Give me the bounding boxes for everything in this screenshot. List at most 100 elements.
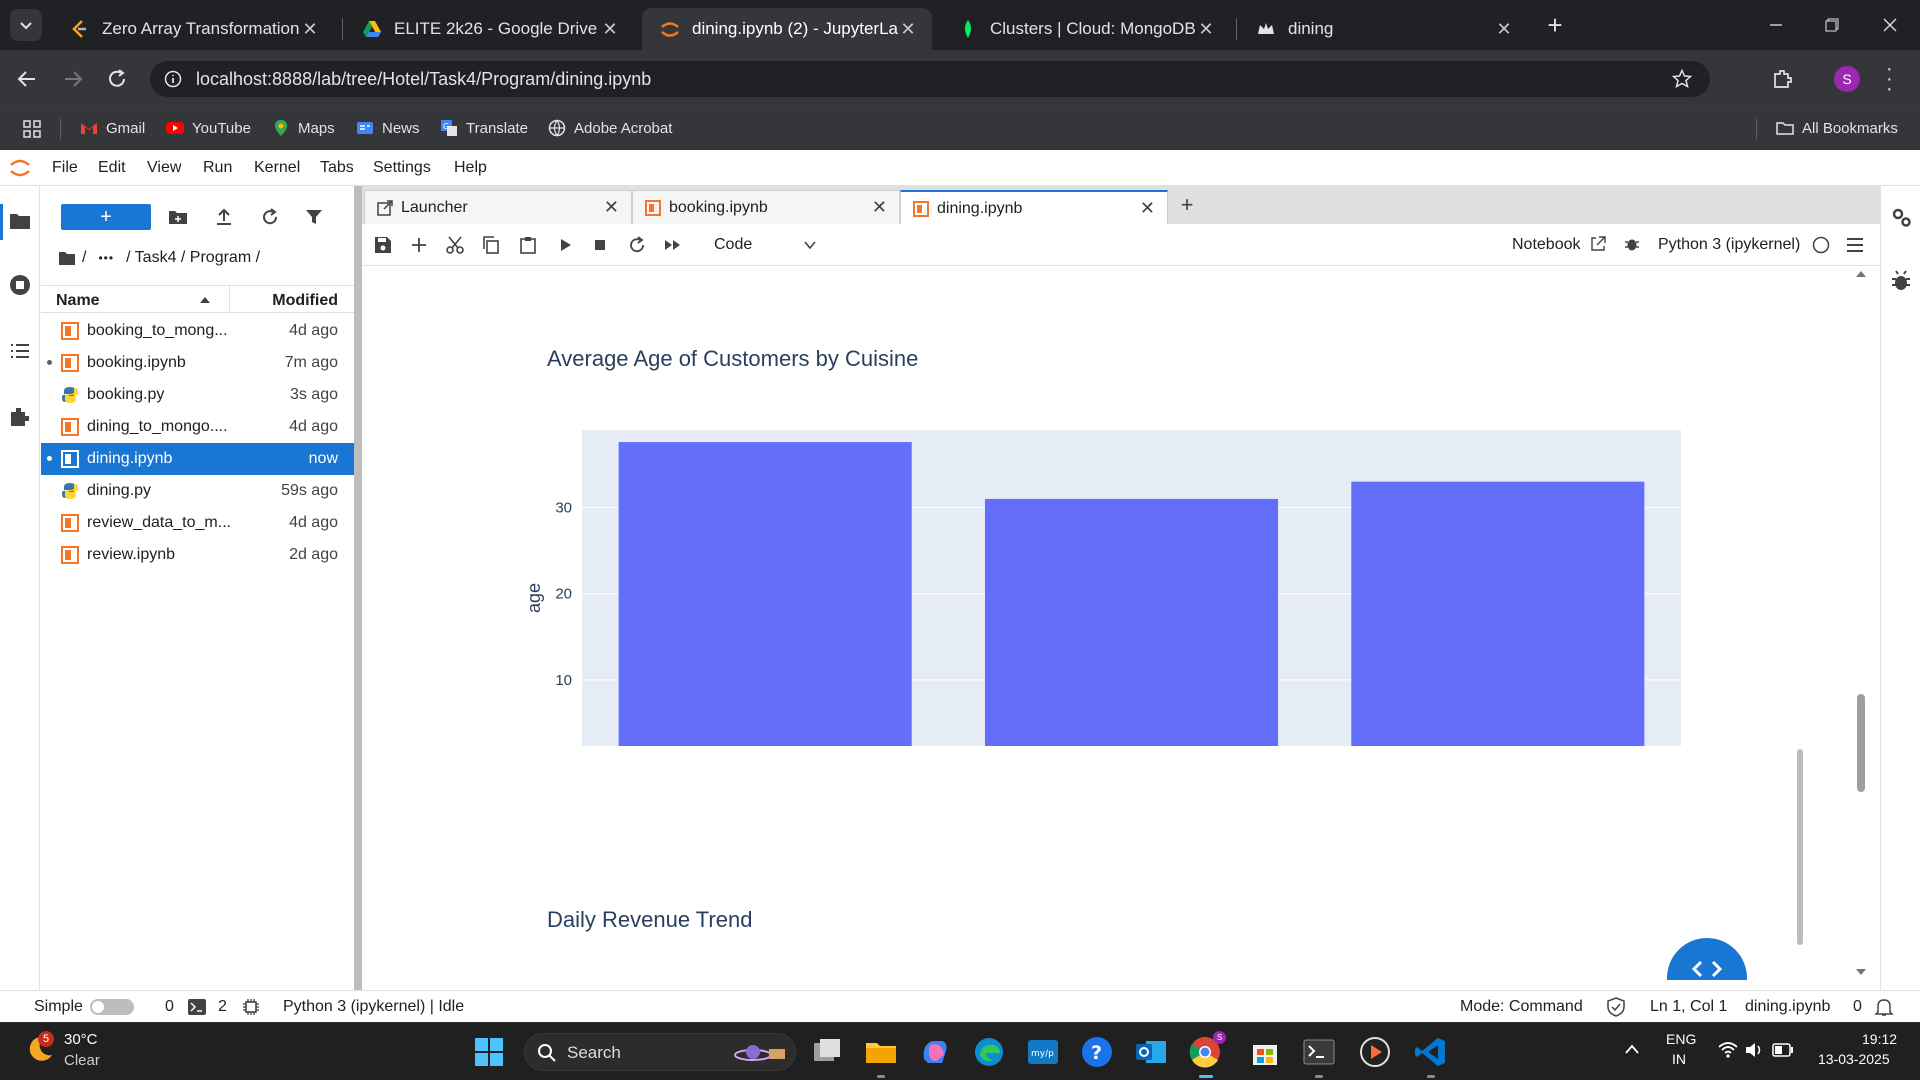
column-name[interactable]: Name <box>56 292 100 310</box>
new-tab-button[interactable]: + <box>1540 10 1570 40</box>
extensions-puzzle-icon[interactable] <box>1772 68 1794 90</box>
copy-icon[interactable] <box>482 236 500 254</box>
simple-mode-toggle[interactable] <box>90 999 134 1015</box>
bookmark-gmail[interactable]: Gmail <box>80 119 145 137</box>
apps-grid-icon[interactable] <box>22 119 42 139</box>
new-folder-icon[interactable] <box>168 207 188 227</box>
file-row[interactable]: booking.py 3s ago <box>41 379 354 411</box>
doc-tab-dining[interactable]: dining.ipynb ✕ <box>900 190 1168 225</box>
panel-splitter[interactable] <box>354 186 362 990</box>
kernel-count[interactable]: 2 <box>218 998 227 1016</box>
menu-run[interactable]: Run <box>203 159 232 177</box>
browser-tab-jupyter[interactable]: dining.ipynb (2) - JupyterLab ✕ <box>642 8 932 50</box>
close-icon[interactable]: ✕ <box>1494 19 1514 40</box>
main-scrollbar-thumb[interactable] <box>1857 694 1865 792</box>
browser-menu-icon[interactable]: · · · <box>1886 59 1893 99</box>
file-explorer-icon[interactable] <box>864 1035 898 1069</box>
weather-temp[interactable]: 30°C <box>64 1031 98 1048</box>
tab-search-icon[interactable] <box>10 9 42 41</box>
new-launcher-button[interactable]: + <box>61 204 151 230</box>
terminal-app-icon[interactable] <box>1302 1035 1336 1069</box>
add-tab-button[interactable]: + <box>1174 192 1200 218</box>
browser-tab-dining[interactable]: dining ✕ <box>1238 8 1528 50</box>
menu-tabs[interactable]: Tabs <box>320 159 354 177</box>
filter-icon[interactable] <box>304 207 324 227</box>
vscode-icon[interactable] <box>1414 1035 1448 1069</box>
open-in-notebook-link[interactable]: Notebook <box>1512 236 1581 254</box>
menu-kernel[interactable]: Kernel <box>254 159 300 177</box>
external-link-icon[interactable] <box>1590 236 1606 252</box>
all-bookmarks-button[interactable]: All Bookmarks <box>1776 119 1898 137</box>
hamburger-menu-icon[interactable] <box>1846 237 1864 253</box>
upload-icon[interactable] <box>214 207 234 227</box>
outlook-icon[interactable] <box>1134 1035 1168 1069</box>
bookmark-star-icon[interactable] <box>1672 69 1692 89</box>
close-icon[interactable]: ✕ <box>1140 198 1155 219</box>
file-row[interactable]: dining_to_mongo.... 4d ago <box>41 411 354 443</box>
kernel-name[interactable]: Python 3 (ipykernel) <box>1658 236 1800 254</box>
file-row[interactable]: booking_to_mong... 4d ago <box>41 315 354 347</box>
mysql-workbench-icon[interactable]: my/p <box>1026 1035 1060 1069</box>
windows-start-icon[interactable] <box>472 1035 506 1069</box>
taskbar-search[interactable]: Search <box>524 1033 796 1071</box>
stop-icon[interactable] <box>591 236 609 254</box>
language-code[interactable]: ENG <box>1666 1031 1696 1047</box>
copilot-icon[interactable] <box>918 1035 952 1069</box>
cut-icon[interactable] <box>446 236 464 254</box>
close-icon[interactable]: ✕ <box>300 19 320 40</box>
file-row[interactable]: review.ipynb 2d ago <box>41 539 354 571</box>
output-scrollbar[interactable] <box>1797 749 1803 945</box>
code-toggle-button[interactable] <box>1667 938 1747 980</box>
bookmark-news[interactable]: News <box>356 119 420 137</box>
restart-icon[interactable] <box>628 236 646 254</box>
minimize-button[interactable] <box>1748 0 1804 50</box>
bookmark-youtube[interactable]: YouTube <box>166 119 251 137</box>
menu-view[interactable]: View <box>147 159 181 177</box>
bookmark-maps[interactable]: Maps <box>272 119 335 137</box>
clock-time[interactable]: 19:12 <box>1862 1031 1897 1047</box>
breadcrumb-ellipsis[interactable]: ••• <box>98 251 114 265</box>
terminal-icon[interactable] <box>188 999 206 1015</box>
column-modified[interactable]: Modified <box>272 292 338 310</box>
kernel-status[interactable]: Python 3 (ipykernel) | Idle <box>283 998 464 1016</box>
menu-settings[interactable]: Settings <box>373 159 431 177</box>
debugger-bug-icon[interactable] <box>1890 270 1912 292</box>
scroll-down-icon[interactable] <box>1855 968 1867 976</box>
language-region[interactable]: IN <box>1672 1051 1686 1067</box>
folder-icon[interactable] <box>9 210 31 232</box>
running-kernels-icon[interactable] <box>9 274 31 296</box>
terminal-count[interactable]: 0 <box>165 998 174 1016</box>
kernel-chip-icon[interactable] <box>242 998 260 1016</box>
browser-tab-drive[interactable]: ELITE 2k26 - Google Drive ✕ <box>344 8 634 50</box>
debugger-bug-icon[interactable] <box>1624 236 1640 252</box>
extensions-puzzle-icon[interactable] <box>9 406 31 428</box>
weather-desc[interactable]: Clear <box>64 1052 100 1069</box>
bell-icon[interactable] <box>1874 997 1894 1017</box>
file-row[interactable]: dining.ipynb now <box>41 443 354 475</box>
scroll-up-icon[interactable] <box>1855 270 1867 278</box>
close-icon[interactable]: ✕ <box>604 197 619 218</box>
run-icon[interactable] <box>556 236 574 254</box>
battery-icon[interactable] <box>1772 1043 1794 1057</box>
file-row[interactable]: booking.ipynb 7m ago <box>41 347 354 379</box>
browser-tab-leetcode[interactable]: Zero Array Transformation II - L ✕ <box>52 8 334 50</box>
doc-tab-booking[interactable]: booking.ipynb ✕ <box>632 190 900 224</box>
close-icon[interactable]: ✕ <box>872 197 887 218</box>
profile-avatar[interactable]: S <box>1834 66 1860 92</box>
file-row[interactable]: dining.py 59s ago <box>41 475 354 507</box>
close-icon[interactable]: ✕ <box>1196 19 1216 40</box>
main-scrollbar-track[interactable] <box>1852 266 1870 980</box>
site-info-icon[interactable] <box>164 70 182 88</box>
restore-button[interactable] <box>1804 0 1860 50</box>
refresh-icon[interactable] <box>260 207 280 227</box>
bookmark-translate[interactable]: G Translate <box>440 119 528 137</box>
weather-icon[interactable]: 5 <box>24 1031 56 1065</box>
bookmark-adobe-acrobat[interactable]: Adobe Acrobat <box>548 119 672 137</box>
clock-date[interactable]: 13-03-2025 <box>1818 1051 1890 1067</box>
menu-help[interactable]: Help <box>454 159 487 177</box>
address-bar[interactable]: localhost:8888/lab/tree/Hotel/Task4/Prog… <box>150 61 1710 97</box>
close-icon[interactable]: ✕ <box>898 19 918 40</box>
chevron-up-icon[interactable] <box>1624 1043 1640 1055</box>
doc-tab-launcher[interactable]: Launcher ✕ <box>364 190 632 224</box>
close-window-button[interactable] <box>1862 0 1918 50</box>
